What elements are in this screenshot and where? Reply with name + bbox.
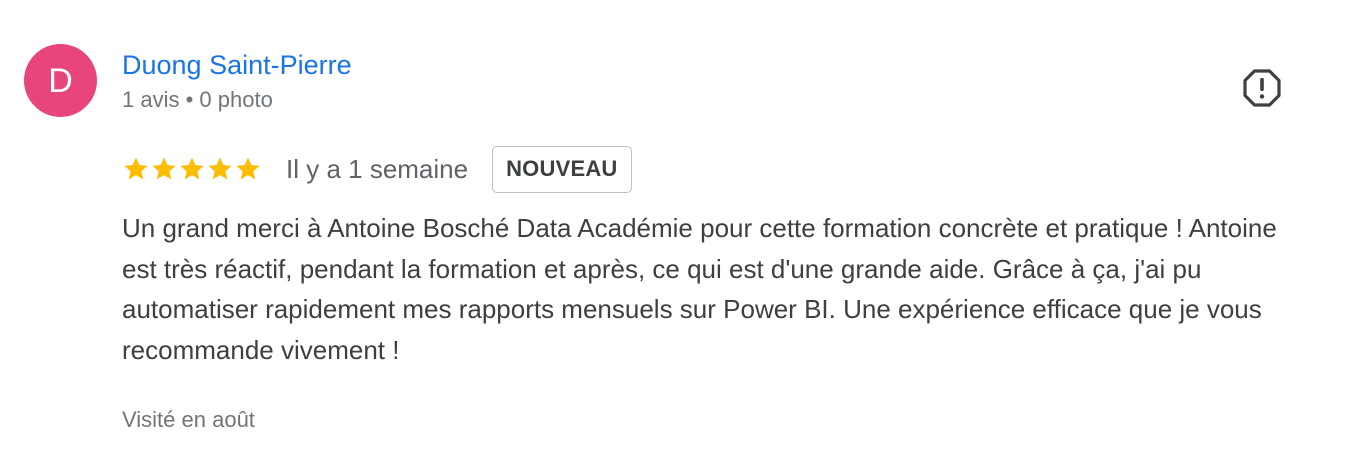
avatar-initial: D (48, 61, 73, 100)
star-icon (236, 157, 260, 180)
visited-date: Visité en août (122, 407, 255, 432)
author-name-link[interactable]: Duong Saint-Pierre (122, 49, 352, 81)
new-badge: NOUVEAU (492, 145, 632, 193)
star-icon (152, 157, 176, 180)
star-icon (208, 157, 232, 180)
star-icon (180, 157, 204, 180)
review-date: Il y a 1 semaine (286, 154, 469, 184)
rating-row: Il y a 1 semaine NOUVEAU (122, 145, 632, 193)
review-card: D Duong Saint-Pierre 1 avis • 0 photo Il… (0, 0, 1346, 450)
star-rating (122, 155, 262, 183)
star-icon (124, 157, 148, 180)
review-text: Un grand merci à Antoine Bosché Data Aca… (122, 213, 1277, 365)
author-meta: 1 avis • 0 photo (122, 87, 273, 112)
report-icon[interactable] (1242, 68, 1282, 108)
avatar[interactable]: D (24, 44, 97, 117)
